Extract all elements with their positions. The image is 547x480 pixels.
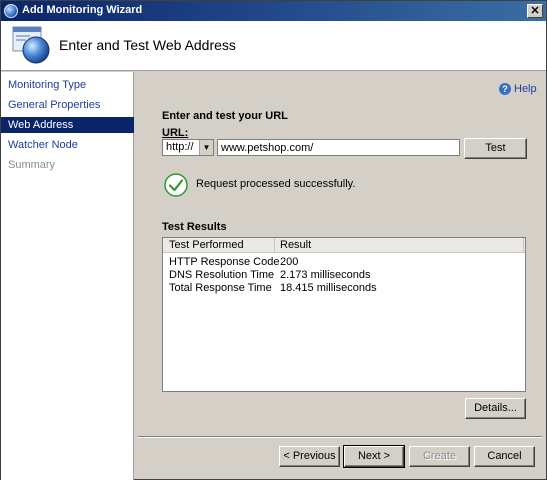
- help-link[interactable]: Help: [514, 83, 537, 95]
- url-label: URL:: [162, 127, 189, 139]
- results-header: Test Performed Result: [163, 238, 525, 253]
- wizard-globe-icon: [12, 26, 50, 64]
- next-button[interactable]: Next >: [343, 445, 405, 468]
- cell-result: 200: [280, 256, 299, 268]
- previous-button[interactable]: < Previous: [279, 446, 340, 467]
- results-heading: Test Results: [162, 221, 227, 233]
- close-button[interactable]: ✕: [527, 4, 543, 18]
- table-row[interactable]: HTTP Response Code 200: [163, 256, 525, 270]
- nav-item-general-properties[interactable]: General Properties: [1, 97, 134, 113]
- footer-divider: [138, 436, 542, 438]
- cell-test: Total Response Time: [169, 282, 272, 294]
- details-button[interactable]: Details...: [465, 398, 526, 419]
- title-bar[interactable]: Add Monitoring Wizard ✕: [1, 1, 546, 21]
- column-divider[interactable]: [523, 238, 524, 253]
- wizard-header: Enter and Test Web Address: [1, 21, 546, 71]
- app-icon: [4, 4, 18, 18]
- url-section-heading: Enter and test your URL: [162, 110, 288, 122]
- nav-item-watcher-node[interactable]: Watcher Node: [1, 137, 134, 153]
- protocol-select[interactable]: http:// ▼: [162, 139, 214, 156]
- page-title: Enter and Test Web Address: [59, 37, 236, 53]
- column-header-result[interactable]: Result: [280, 239, 311, 251]
- test-button[interactable]: Test: [464, 138, 527, 159]
- create-button: Create: [409, 446, 470, 467]
- wizard-steps-sidebar: Monitoring Type General Properties Web A…: [1, 72, 134, 480]
- cell-test: DNS Resolution Time: [169, 269, 275, 281]
- cell-result: 2.173 milliseconds: [280, 269, 371, 281]
- url-input[interactable]: [217, 139, 460, 156]
- nav-item-web-address[interactable]: Web Address: [1, 117, 134, 133]
- cell-test: HTTP Response Code: [169, 256, 280, 268]
- table-row[interactable]: DNS Resolution Time 2.173 milliseconds: [163, 269, 525, 283]
- check-circle-icon: [164, 173, 188, 197]
- protocol-value: http://: [166, 141, 194, 153]
- cell-result: 18.415 milliseconds: [280, 282, 377, 294]
- help-icon[interactable]: ?: [499, 83, 511, 95]
- column-header-test[interactable]: Test Performed: [169, 239, 244, 251]
- status-message: Request processed successfully.: [196, 178, 356, 190]
- close-icon: ✕: [530, 5, 540, 17]
- table-row[interactable]: Total Response Time 18.415 milliseconds: [163, 282, 525, 296]
- wizard-window: Add Monitoring Wizard ✕ Enter and Test W…: [0, 0, 547, 480]
- column-divider[interactable]: [274, 238, 275, 253]
- cancel-button[interactable]: Cancel: [474, 446, 535, 467]
- results-list[interactable]: Test Performed Result HTTP Response Code…: [162, 237, 526, 392]
- nav-item-monitoring-type[interactable]: Monitoring Type: [1, 77, 134, 93]
- window-title: Add Monitoring Wizard: [22, 4, 143, 16]
- chevron-down-icon[interactable]: ▼: [199, 140, 213, 155]
- nav-item-summary: Summary: [8, 159, 56, 171]
